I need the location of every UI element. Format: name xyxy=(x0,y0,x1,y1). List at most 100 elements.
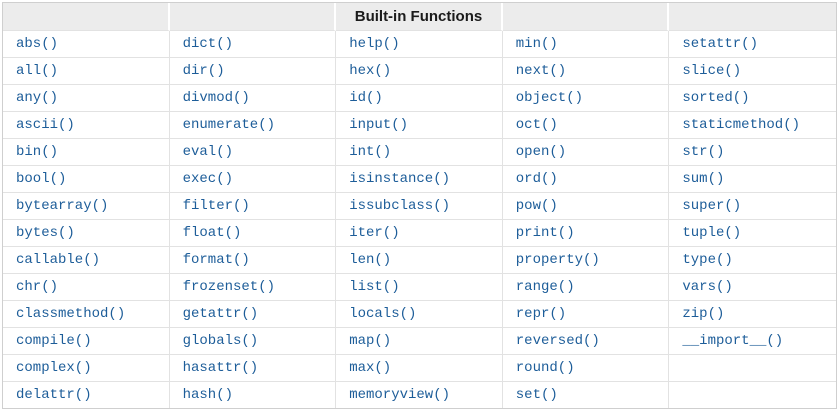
function-link[interactable]: tuple() xyxy=(682,225,741,241)
function-link[interactable]: property() xyxy=(516,252,600,268)
function-link[interactable]: getattr() xyxy=(183,306,259,322)
function-link[interactable]: hasattr() xyxy=(183,360,259,376)
function-link[interactable]: dir() xyxy=(183,63,225,79)
table-cell: eval() xyxy=(169,139,337,166)
table-cell: id() xyxy=(336,85,503,112)
function-link[interactable]: dict() xyxy=(183,36,233,52)
table-cell: print() xyxy=(502,220,670,247)
function-link[interactable]: staticmethod() xyxy=(682,117,800,133)
header-cell-empty xyxy=(502,3,670,31)
function-link[interactable]: divmod() xyxy=(183,90,250,106)
function-link[interactable]: map() xyxy=(349,333,391,349)
table-row: bytes() float() iter() print() tuple() xyxy=(3,220,836,247)
function-link[interactable]: bool() xyxy=(16,171,66,187)
function-link[interactable]: range() xyxy=(516,279,575,295)
function-link[interactable]: vars() xyxy=(682,279,732,295)
table-row: classmethod() getattr() locals() repr() zip(… xyxy=(3,301,836,328)
table-cell: str() xyxy=(669,139,836,166)
function-link[interactable]: sorted() xyxy=(682,90,749,106)
table-cell: exec() xyxy=(169,166,337,193)
function-link[interactable]: ascii() xyxy=(16,117,75,133)
table-row: abs() dict() help() min() setattr() xyxy=(3,31,836,58)
function-link[interactable]: memoryview() xyxy=(349,387,450,403)
function-link[interactable]: complex() xyxy=(16,360,92,376)
table-cell: compile() xyxy=(3,328,170,355)
table-row: compile() globals() map() reversed() __impor… xyxy=(3,328,836,355)
header-cell-empty xyxy=(3,3,170,31)
table-cell: property() xyxy=(502,247,670,274)
function-link[interactable]: slice() xyxy=(682,63,741,79)
function-link[interactable]: all() xyxy=(16,63,58,79)
function-link[interactable]: object() xyxy=(516,90,583,106)
table-cell: float() xyxy=(169,220,337,247)
function-link[interactable]: round() xyxy=(516,360,575,376)
function-link[interactable]: len() xyxy=(349,252,391,268)
function-link[interactable]: eval() xyxy=(183,144,233,160)
table-cell: locals() xyxy=(336,301,503,328)
function-link[interactable]: any() xyxy=(16,90,58,106)
table-cell: issubclass() xyxy=(336,193,503,220)
function-link[interactable]: chr() xyxy=(16,279,58,295)
function-link[interactable]: bin() xyxy=(16,144,58,160)
function-link[interactable]: ord() xyxy=(516,171,558,187)
function-link[interactable]: str() xyxy=(682,144,724,160)
function-link[interactable]: classmethod() xyxy=(16,306,125,322)
function-link[interactable]: min() xyxy=(516,36,558,52)
function-link[interactable]: globals() xyxy=(183,333,259,349)
function-link[interactable]: issubclass() xyxy=(349,198,450,214)
function-link[interactable]: int() xyxy=(349,144,391,160)
function-link[interactable]: help() xyxy=(349,36,399,52)
function-link[interactable]: hex() xyxy=(349,63,391,79)
function-link[interactable]: pow() xyxy=(516,198,558,214)
table-cell: zip() xyxy=(669,301,836,328)
function-link[interactable]: frozenset() xyxy=(183,279,275,295)
table-cell: hasattr() xyxy=(169,355,337,382)
table-cell: next() xyxy=(502,58,670,85)
function-link[interactable]: super() xyxy=(682,198,741,214)
function-link[interactable]: zip() xyxy=(682,306,724,322)
function-link[interactable]: list() xyxy=(349,279,399,295)
function-link[interactable]: sum() xyxy=(682,171,724,187)
function-link[interactable]: set() xyxy=(516,387,558,403)
function-link[interactable]: iter() xyxy=(349,225,399,241)
table-cell: tuple() xyxy=(669,220,836,247)
function-link[interactable]: oct() xyxy=(516,117,558,133)
function-link[interactable]: filter() xyxy=(183,198,250,214)
function-link[interactable]: abs() xyxy=(16,36,58,52)
function-link[interactable]: locals() xyxy=(349,306,416,322)
function-link[interactable]: format() xyxy=(183,252,250,268)
function-link[interactable]: type() xyxy=(682,252,732,268)
table-cell: iter() xyxy=(336,220,503,247)
function-link[interactable]: __import__() xyxy=(682,333,783,349)
header-row: Built-in Functions xyxy=(3,3,836,31)
function-link[interactable]: exec() xyxy=(183,171,233,187)
table-cell: isinstance() xyxy=(336,166,503,193)
function-link[interactable]: compile() xyxy=(16,333,92,349)
function-link[interactable]: float() xyxy=(183,225,242,241)
function-link[interactable]: setattr() xyxy=(682,36,758,52)
table-row: bool() exec() isinstance() ord() sum() xyxy=(3,166,836,193)
function-link[interactable]: input() xyxy=(349,117,408,133)
function-link[interactable]: open() xyxy=(516,144,566,160)
function-link[interactable]: max() xyxy=(349,360,391,376)
table-cell: complex() xyxy=(3,355,170,382)
table-cell: map() xyxy=(336,328,503,355)
function-link[interactable]: isinstance() xyxy=(349,171,450,187)
function-link[interactable]: repr() xyxy=(516,306,566,322)
function-link[interactable]: next() xyxy=(516,63,566,79)
function-link[interactable]: id() xyxy=(349,90,383,106)
function-link[interactable]: hash() xyxy=(183,387,233,403)
function-link[interactable]: delattr() xyxy=(16,387,92,403)
function-link[interactable]: bytearray() xyxy=(16,198,108,214)
table-cell: frozenset() xyxy=(169,274,337,301)
table-cell: min() xyxy=(502,31,670,58)
function-link[interactable]: enumerate() xyxy=(183,117,275,133)
table-cell: bytearray() xyxy=(3,193,170,220)
table-cell: dir() xyxy=(169,58,337,85)
function-link[interactable]: reversed() xyxy=(516,333,600,349)
function-link[interactable]: callable() xyxy=(16,252,100,268)
function-link[interactable]: print() xyxy=(516,225,575,241)
function-link[interactable]: bytes() xyxy=(16,225,75,241)
table-row: complex() hasattr() max() round() xyxy=(3,355,836,382)
table-cell-empty xyxy=(669,382,836,408)
